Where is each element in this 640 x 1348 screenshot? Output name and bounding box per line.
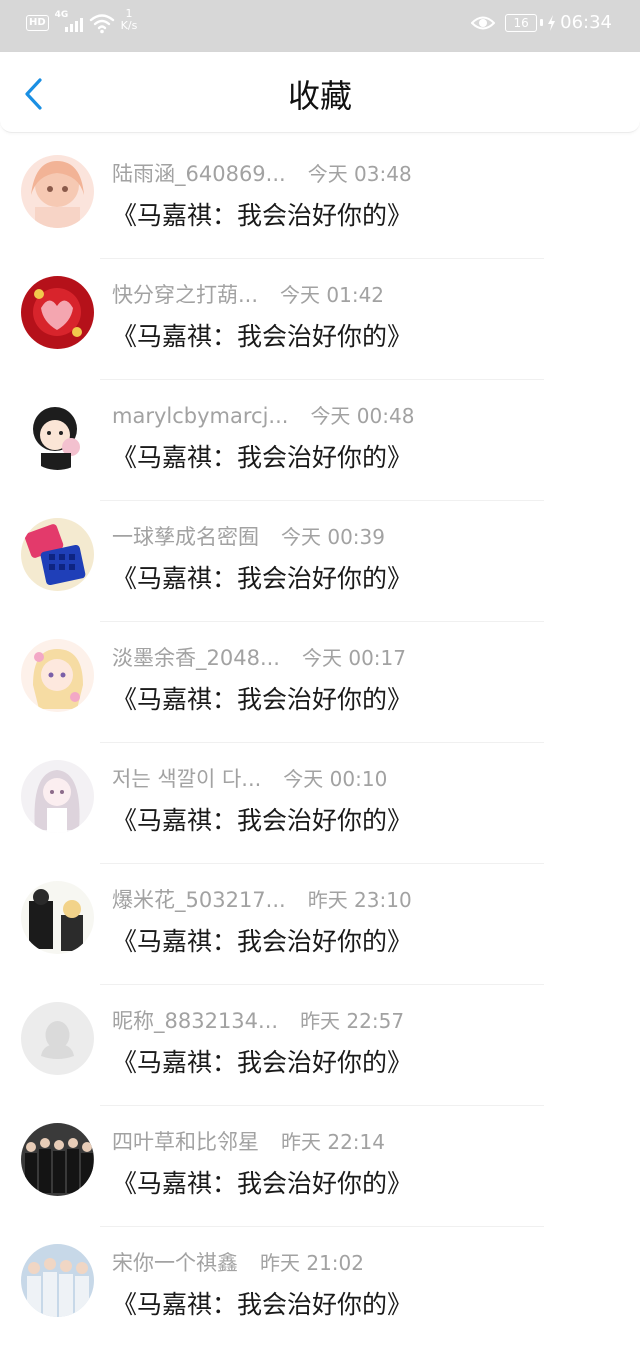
item-meta: 快分穿之打葫... 今天 01:42 xyxy=(112,279,384,309)
list-item[interactable]: 淡墨余香_2048... 今天 00:17 《马嘉祺：我会治好你的》 xyxy=(0,622,640,743)
post-title: 《马嘉祺：我会治好你的》 xyxy=(112,1048,413,1077)
favorites-list: 陆雨涵_640869... 今天 03:48 《马嘉祺：我会治好你的》 快分穿之… xyxy=(0,138,640,1348)
item-meta: 昵称_8832134... 昨天 22:57 xyxy=(112,1005,404,1035)
avatar xyxy=(21,639,94,712)
post-title: 《马嘉祺：我会治好你的》 xyxy=(112,685,413,714)
item-meta: marylcbymarcj... 今天 00:48 xyxy=(112,400,414,429)
list-item[interactable]: marylcbymarcj... 今天 00:48 《马嘉祺：我会治好你的》 xyxy=(0,380,640,501)
wifi-icon xyxy=(89,14,114,34)
timestamp: 今天 03:48 xyxy=(307,162,412,186)
nickname: marylcbymarcj... xyxy=(112,404,289,428)
list-item[interactable]: 昵称_8832134... 昨天 22:57 《马嘉祺：我会治好你的》 xyxy=(0,985,640,1106)
item-meta: 爆米花_503217... 昨天 23:10 xyxy=(112,884,412,914)
nickname: 四叶草和比邻星 xyxy=(112,1130,259,1154)
avatar xyxy=(21,276,94,349)
avatar xyxy=(21,1002,94,1075)
nickname: 저는 색깔이 다... xyxy=(112,767,262,791)
post-title: 《马嘉祺：我会治好你的》 xyxy=(112,201,413,230)
avatar xyxy=(21,1244,94,1317)
post-title: 《马嘉祺：我会治好你的》 xyxy=(112,1169,413,1198)
avatar xyxy=(21,760,94,833)
list-item[interactable]: 四叶草和比邻星 昨天 22:14 《马嘉祺：我会治好你的》 xyxy=(0,1106,640,1227)
eye-icon xyxy=(471,16,496,29)
timestamp: 昨天 22:57 xyxy=(300,1009,405,1033)
list-item[interactable]: 爆米花_503217... 昨天 23:10 《马嘉祺：我会治好你的》 xyxy=(0,864,640,985)
battery-icon: 16 xyxy=(505,13,538,32)
post-title: 《马嘉祺：我会治好你的》 xyxy=(112,564,413,593)
charging-bolt-icon xyxy=(548,14,556,31)
timestamp: 今天 00:10 xyxy=(283,767,388,791)
nickname: 一球孳成名密囿 xyxy=(112,525,259,549)
hd-badge: HD xyxy=(26,15,49,31)
list-item[interactable]: 저는 색깔이 다... 今天 00:10 《马嘉祺：我会治好你的》 xyxy=(0,743,640,864)
nickname: 陆雨涵_640869... xyxy=(112,162,286,186)
post-title: 《马嘉祺：我会治好你的》 xyxy=(112,1290,413,1319)
app-header: 收藏 xyxy=(0,52,640,133)
timestamp: 昨天 23:10 xyxy=(307,888,412,912)
post-title: 《马嘉祺：我会治好你的》 xyxy=(112,806,413,835)
nickname: 快分穿之打葫... xyxy=(112,283,259,307)
nickname: 宋你一个祺鑫 xyxy=(112,1251,238,1275)
page-title: 收藏 xyxy=(287,77,352,115)
item-meta: 四叶草和比邻星 昨天 22:14 xyxy=(112,1126,385,1156)
net-speed-unit: K/s xyxy=(120,19,138,32)
status-right: 16 06:34 xyxy=(471,12,612,33)
post-title: 《马嘉祺：我会治好你的》 xyxy=(112,927,413,956)
net-speed: 1 K/s xyxy=(121,8,138,32)
list-item[interactable]: 快分穿之打葫... 今天 01:42 《马嘉祺：我会治好你的》 xyxy=(0,259,640,380)
avatar xyxy=(21,881,94,954)
item-meta: 저는 색깔이 다... 今天 00:10 xyxy=(112,763,387,793)
nickname: 淡墨余香_2048... xyxy=(112,646,280,670)
item-meta: 一球孳成名密囿 今天 00:39 xyxy=(112,521,385,551)
list-item[interactable]: 陆雨涵_640869... 今天 03:48 《马嘉祺：我会治好你的》 xyxy=(0,138,640,259)
avatar xyxy=(21,155,94,228)
battery-level: 16 xyxy=(513,15,529,30)
timestamp: 昨天 21:02 xyxy=(260,1251,364,1275)
clock: 06:34 xyxy=(560,12,612,33)
status-left: HD 4G 1 K/s xyxy=(26,8,137,34)
item-meta: 淡墨余香_2048... 今天 00:17 xyxy=(112,642,406,672)
timestamp: 今天 01:42 xyxy=(280,283,385,307)
item-meta: 宋你一个祺鑫 昨天 21:02 xyxy=(112,1247,364,1277)
post-title: 《马嘉祺：我会治好你的》 xyxy=(112,443,413,472)
item-meta: 陆雨涵_640869... 今天 03:48 xyxy=(112,158,412,188)
timestamp: 今天 00:17 xyxy=(301,646,406,670)
timestamp: 今天 00:39 xyxy=(281,525,385,549)
nickname: 昵称_8832134... xyxy=(112,1009,279,1033)
signal-icon: 4G xyxy=(55,10,85,34)
nickname: 爆米花_503217... xyxy=(112,888,286,912)
status-bar: HD 4G 1 K/s 16 06:34 xyxy=(0,0,640,52)
post-title: 《马嘉祺：我会治好你的》 xyxy=(112,322,413,351)
avatar xyxy=(21,518,94,591)
timestamp: 今天 00:48 xyxy=(310,404,415,428)
avatar xyxy=(21,1123,94,1196)
avatar xyxy=(21,397,94,470)
timestamp: 昨天 22:14 xyxy=(281,1130,385,1154)
list-item[interactable]: 一球孳成名密囿 今天 00:39 《马嘉祺：我会治好你的》 xyxy=(0,501,640,622)
battery-tip xyxy=(540,19,544,26)
